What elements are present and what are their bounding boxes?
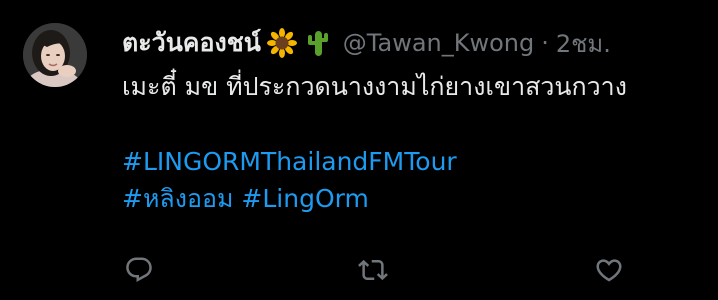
like-button[interactable]: [592, 253, 626, 287]
reply-button[interactable]: [122, 253, 156, 287]
retweet-button[interactable]: [356, 253, 390, 287]
tweet-header: ตะวันคองชน์ @Tawan_Kwong · 2ชม.: [122, 24, 692, 62]
hashtag-line-2[interactable]: #หลิงออม #LingOrm: [122, 180, 692, 217]
hashtag-line-1[interactable]: #LINGORMThailandFMTour: [122, 143, 692, 180]
reply-icon: [126, 257, 152, 282]
like-icon: [596, 259, 622, 282]
sunflower-icon: [266, 28, 297, 58]
retweet-icon: [358, 259, 388, 281]
cactus-icon: [303, 28, 333, 58]
tweet[interactable]: ตะวันคองชน์ @Tawan_Kwong · 2ชม. เมะตี๋ ม…: [0, 0, 718, 300]
tweet-text-spacer: [122, 105, 692, 143]
display-name[interactable]: ตะวันคองชน์: [122, 23, 261, 63]
tweet-actions: [122, 253, 642, 287]
separator-dot: ·: [541, 29, 549, 57]
tweet-text: เมะตี๋ มข ที่ประกวดนางงามไก่ยางเขาสวนกวา…: [122, 72, 627, 101]
timestamp[interactable]: 2ชม.: [556, 24, 611, 63]
avatar-image: [23, 23, 87, 87]
avatar[interactable]: [23, 23, 87, 87]
handle[interactable]: @Tawan_Kwong: [343, 29, 534, 57]
tweet-content: ตะวันคองชน์ @Tawan_Kwong · 2ชม. เมะตี๋ ม…: [122, 24, 692, 217]
